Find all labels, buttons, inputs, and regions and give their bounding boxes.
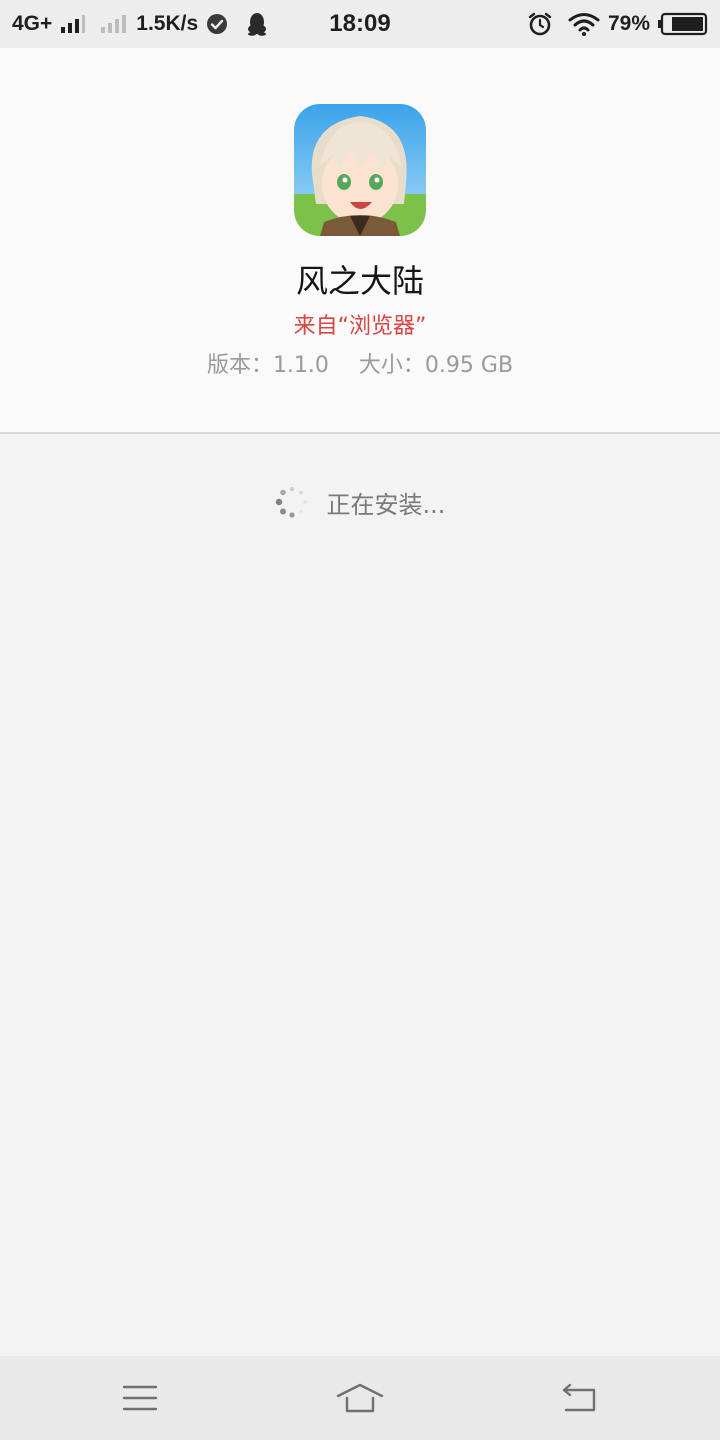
back-icon bbox=[560, 1382, 600, 1414]
network-speed: 1.5K/s bbox=[136, 12, 199, 35]
back-button[interactable] bbox=[550, 1374, 610, 1422]
app-info-panel: 风之大陆 来自“浏览器” 版本：1.1.0 大小：0.95 GB bbox=[0, 48, 720, 434]
install-status-text: 正在安装... bbox=[326, 490, 446, 519]
network-type: 4G+ bbox=[12, 12, 53, 35]
menu-button[interactable] bbox=[110, 1374, 170, 1422]
app-icon bbox=[294, 104, 426, 236]
battery-percent: 79% bbox=[607, 12, 650, 35]
check-circle-icon bbox=[206, 13, 228, 35]
battery-icon bbox=[658, 12, 708, 36]
app-name: 风之大陆 bbox=[295, 262, 424, 300]
app-version: 版本：1.1.0 bbox=[206, 353, 329, 378]
status-right: 79% bbox=[528, 0, 708, 48]
alarm-icon bbox=[528, 12, 552, 36]
home-button[interactable] bbox=[330, 1374, 390, 1422]
loading-spinner-icon bbox=[275, 485, 309, 519]
status-bar: 4G+ 1.5K/s 18:09 79% bbox=[0, 0, 720, 48]
home-icon bbox=[335, 1382, 385, 1414]
navigation-bar bbox=[0, 1356, 720, 1440]
qq-penguin-icon bbox=[246, 12, 268, 36]
install-progress: 正在安装... bbox=[0, 482, 720, 522]
signal-strength-sim2-icon bbox=[100, 13, 128, 35]
status-left: 4G+ 1.5K/s bbox=[12, 0, 268, 48]
app-meta: 版本：1.1.0 大小：0.95 GB bbox=[0, 347, 720, 379]
signal-strength-icon bbox=[60, 13, 86, 35]
menu-icon bbox=[122, 1384, 158, 1412]
app-size: 大小：0.95 GB bbox=[358, 353, 514, 378]
wifi-icon bbox=[568, 12, 600, 36]
app-source: 来自“浏览器” bbox=[293, 314, 427, 339]
